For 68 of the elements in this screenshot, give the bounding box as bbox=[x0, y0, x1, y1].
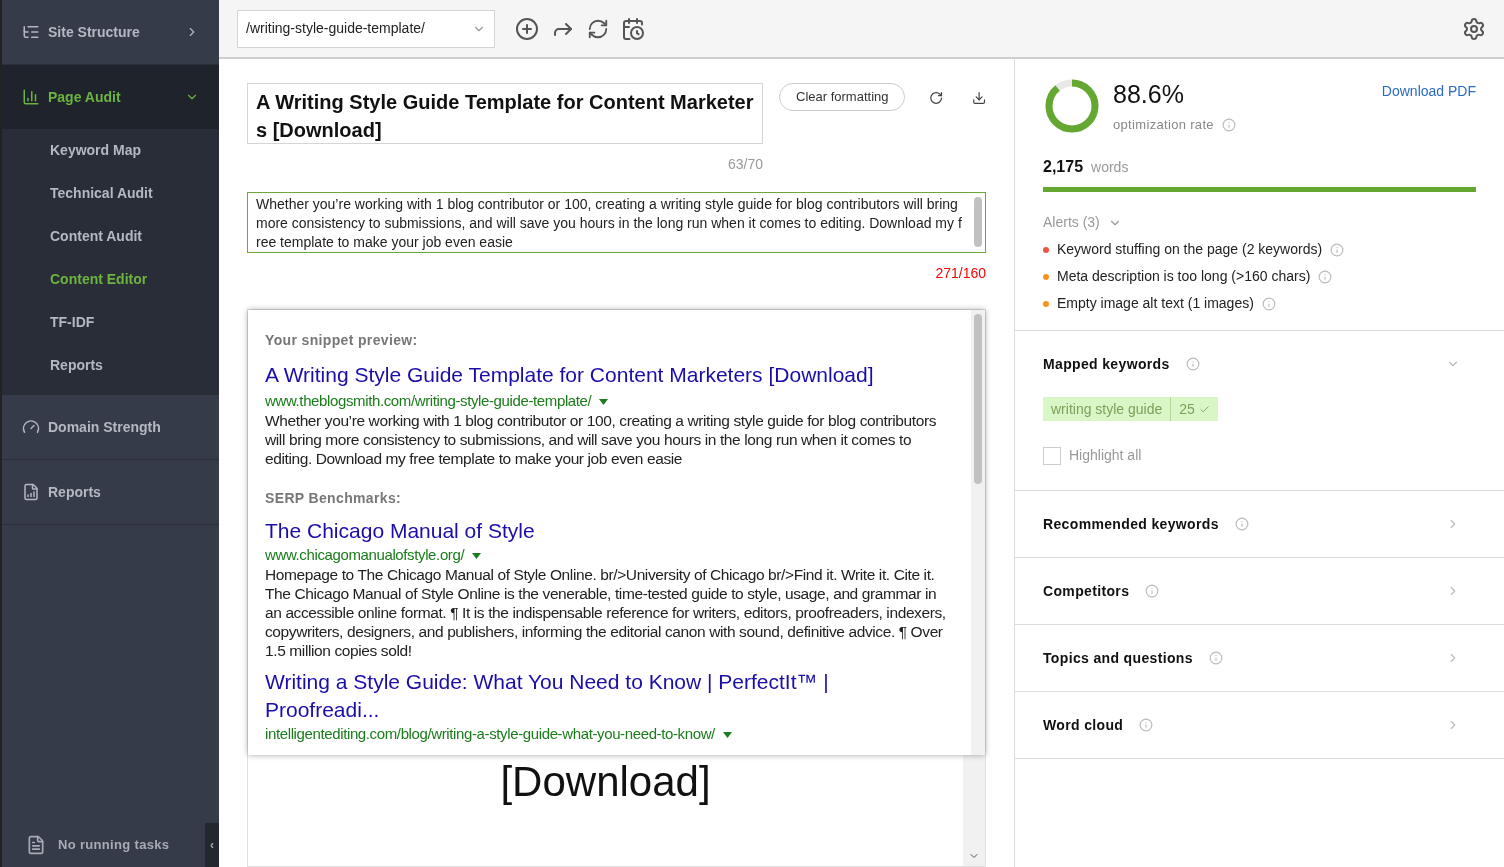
alert-text: Keyword stuffing on the page (2 keywords) bbox=[1057, 240, 1323, 259]
report-icon bbox=[22, 483, 40, 501]
word-count-label: words bbox=[1091, 158, 1129, 177]
calendar-icon[interactable] bbox=[621, 16, 645, 41]
alert-text: Empty image alt text (1 images) bbox=[1057, 294, 1254, 313]
checkbox-label: Highlight all bbox=[1069, 446, 1142, 465]
info-icon[interactable] bbox=[1145, 584, 1160, 598]
title-counter: 63/70 bbox=[727, 156, 763, 172]
bar-chart-icon bbox=[22, 88, 40, 106]
word-count: 2,175 bbox=[1043, 157, 1084, 177]
refresh-icon[interactable] bbox=[587, 17, 609, 40]
info-icon[interactable] bbox=[1234, 517, 1249, 531]
score-value: 88.6% bbox=[1113, 79, 1185, 110]
info-icon[interactable] bbox=[1330, 242, 1345, 257]
result-url: www.chicagomanualofstyle.org/ bbox=[265, 545, 465, 563]
download-pdf-link[interactable]: Download PDF bbox=[1381, 81, 1476, 102]
section-heading: SERP Benchmarks: bbox=[265, 488, 403, 508]
section-header[interactable]: Word cloud bbox=[1043, 692, 1476, 758]
alert-text: Meta description is too long (>160 chars) bbox=[1057, 267, 1311, 286]
sidebar-item[interactable]: Reports bbox=[2, 460, 219, 524]
dropdown-arrow-icon[interactable] bbox=[472, 552, 482, 559]
list-icon bbox=[22, 23, 40, 41]
info-icon[interactable] bbox=[1261, 296, 1276, 311]
sidebar-subitem[interactable]: TF-IDF bbox=[2, 301, 219, 344]
info-icon[interactable] bbox=[1221, 117, 1236, 132]
sidebar-subitem[interactable]: Reports bbox=[2, 344, 219, 387]
info-icon[interactable] bbox=[1318, 269, 1333, 284]
sidebar-item[interactable]: Page Audit bbox=[2, 65, 219, 129]
sidebar-subitem[interactable]: Content Audit bbox=[2, 215, 219, 258]
result-url: www.theblogsmith.com/writing-style-guide-template/ bbox=[265, 391, 592, 409]
sidebar-subitem[interactable]: Keyword Map bbox=[2, 129, 219, 172]
sidebar-item[interactable]: Site Structure bbox=[2, 0, 219, 64]
sidebar-subitem[interactable]: Content Editor bbox=[2, 258, 219, 301]
body-heading: [Download] bbox=[500, 758, 711, 805]
info-icon[interactable] bbox=[1208, 651, 1223, 665]
sidebar-item[interactable]: Domain Strength bbox=[2, 395, 219, 459]
description-counter: 271/160 bbox=[935, 265, 986, 281]
scrollbar-thumb[interactable] bbox=[974, 197, 982, 247]
dropdown-arrow-icon[interactable] bbox=[599, 398, 609, 405]
title-field[interactable]: A Writing Style Guide Template for Content Marketers [Download] bbox=[247, 83, 763, 144]
checkbox[interactable] bbox=[1043, 446, 1061, 465]
url-dropdown[interactable]: /writing-style-guide-template/ bbox=[237, 9, 495, 48]
info-icon[interactable] bbox=[1139, 718, 1154, 732]
add-icon[interactable] bbox=[515, 16, 539, 41]
scrollbar-thumb[interactable] bbox=[974, 314, 982, 484]
result-description: Homepage to The Chicago Manual of Style Online. br/>University of Chicago br/>Find it. Write it. Cite it. The Chicago Manual of Style Online is the venerable, time-tested guide to style, usage, and grammar in an accessible online format. ¶ It is the indispensable reference for writers, editors, proofreaders, indexers, copywriters, designers, and publishers, informing the editorial canon with sound, definitive advice. ¶ Over 1.5 million copies sold! bbox=[265, 564, 947, 660]
result-title-link[interactable]: The Chicago Manual of Style bbox=[265, 516, 955, 545]
collapse-button[interactable]: ‹ bbox=[205, 823, 219, 867]
gauge-icon bbox=[22, 418, 40, 436]
section-header[interactable]: Competitors bbox=[1043, 558, 1476, 624]
info-icon[interactable] bbox=[1185, 357, 1200, 371]
result-description: Whether you’re working with 1 blog contributor or 100, creating a writing style guide for blog contributors will bring more consistency to submissions, and will save you hours in the long run when it comes to editing. Download my free template to make your job even easie bbox=[265, 410, 938, 468]
settings-icon[interactable] bbox=[1462, 16, 1486, 41]
section-header[interactable]: Recommended keywords bbox=[1043, 491, 1476, 557]
result-title-link[interactable]: A Writing Style Guide Template for Content Marketers [Download] bbox=[265, 359, 955, 391]
sidebar-subitem[interactable]: Technical Audit bbox=[2, 172, 219, 215]
dropdown-arrow-icon[interactable] bbox=[722, 731, 732, 738]
task-status: No running tasks bbox=[58, 836, 171, 855]
clear-formatting-button[interactable]: Clear formatting bbox=[779, 83, 906, 111]
check-icon bbox=[1198, 403, 1210, 415]
score-label: optimization rate bbox=[1113, 116, 1214, 134]
section-heading: Your snippet preview: bbox=[265, 331, 419, 350]
description-field[interactable]: Whether you’re working with 1 blog contributor or 100, creating a writing style guide for blog contributors will bring more consistency to submissions, and will save you hours in the long run when it comes to editing. Download my free template to make your job even easie bbox=[247, 192, 986, 253]
result-title-link[interactable]: Writing a Style Guide: What You Need to Know | PerfectIt™ | Proofreadi... bbox=[265, 667, 955, 724]
task-list-icon bbox=[26, 835, 46, 855]
section-header[interactable]: Topics and questions bbox=[1043, 625, 1476, 691]
section-header[interactable]: Mapped keywords bbox=[1043, 331, 1476, 397]
result-url: intelligentediting.com/blog/writing-a-style-guide-what-you-need-to-know/ bbox=[265, 724, 715, 742]
